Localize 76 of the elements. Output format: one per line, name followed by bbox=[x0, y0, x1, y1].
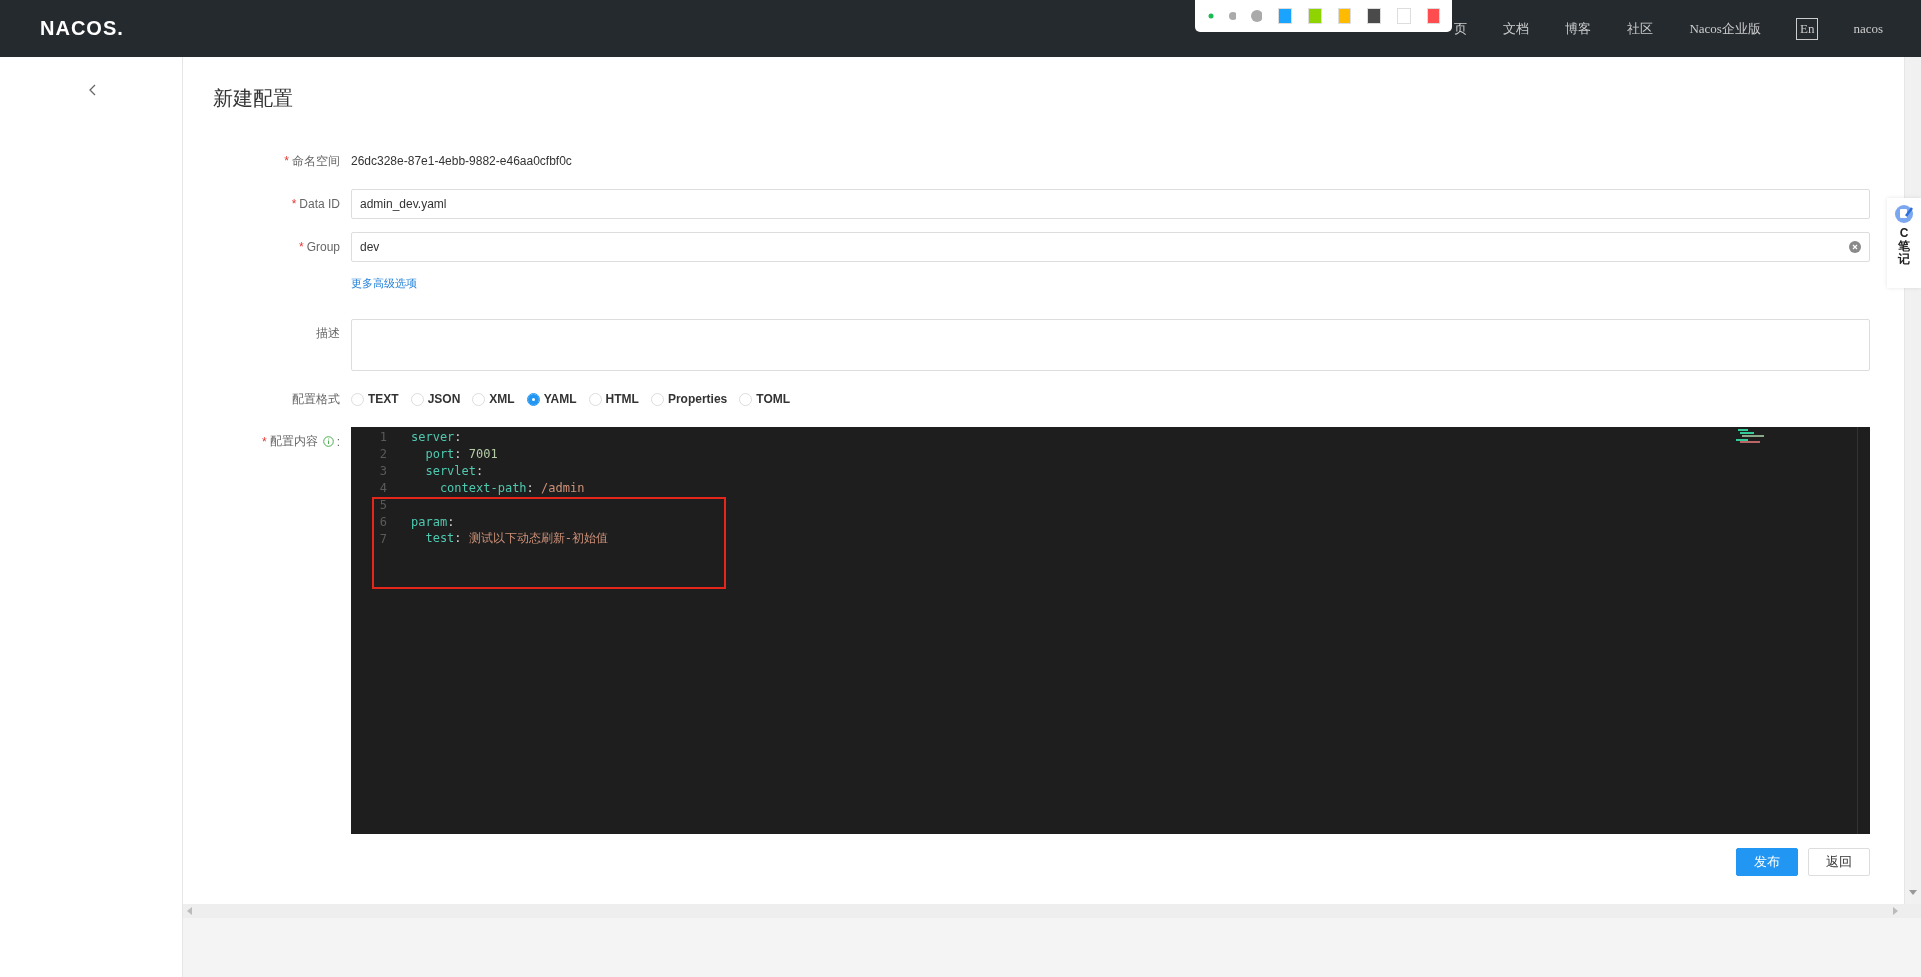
code-editor[interactable]: 1 server: 2 port: 7001 3 servlet: 4 context-path: /admin 5 6 param: 7 test: 测试以下动态刷新-初始值 bbox=[351, 427, 1870, 834]
required-mark: * bbox=[262, 434, 267, 449]
format-radio[interactable]: TEXT bbox=[351, 392, 399, 406]
horizontal-scrollbar[interactable] bbox=[183, 904, 1921, 918]
code-token: 7001 bbox=[468, 446, 498, 461]
pen-size-icon[interactable] bbox=[1250, 9, 1263, 23]
logo[interactable]: NACOS. bbox=[40, 17, 124, 40]
back-button[interactable]: 返回 bbox=[1808, 848, 1870, 876]
code-token: : bbox=[526, 480, 535, 495]
code-token: /admin bbox=[541, 480, 585, 495]
nav-link[interactable]: Nacos企业版 bbox=[1671, 19, 1779, 38]
nav-link[interactable]: 页 bbox=[1452, 19, 1486, 38]
pen-size-icon[interactable] bbox=[1228, 11, 1237, 21]
widget-letter: C bbox=[1899, 226, 1909, 240]
nav-link[interactable]: nacos bbox=[1835, 20, 1901, 37]
color-swatch[interactable] bbox=[1426, 8, 1441, 24]
code-token: 测试以下动态刷新-初始值 bbox=[468, 531, 609, 545]
format-radio[interactable]: XML bbox=[472, 392, 515, 406]
line-number: 7 bbox=[378, 531, 388, 546]
format-radio[interactable]: HTML bbox=[588, 392, 639, 406]
namespace-value: 26dc328e-87e1-4ebb-9882-e46aa0cfbf0c bbox=[351, 154, 572, 168]
scroll-left-arrow-icon[interactable] bbox=[187, 907, 193, 915]
color-swatch[interactable] bbox=[1278, 8, 1292, 24]
code-token: context-path bbox=[438, 480, 527, 495]
clear-icon[interactable] bbox=[1849, 241, 1861, 253]
chevron-left-icon[interactable] bbox=[88, 84, 98, 96]
line-number: 4 bbox=[378, 480, 388, 495]
required-mark: * bbox=[284, 154, 289, 168]
code-token: port bbox=[424, 446, 455, 461]
group-field[interactable]: dev bbox=[351, 232, 1870, 262]
line-number: 2 bbox=[378, 446, 388, 461]
widget-label: 笔记 bbox=[1898, 240, 1910, 267]
pen-size-icon[interactable] bbox=[1207, 12, 1215, 20]
page-title: 新建配置 bbox=[213, 86, 294, 111]
nav-link[interactable]: 博客 bbox=[1547, 19, 1610, 38]
code-token: servlet bbox=[424, 463, 477, 478]
code-token: : bbox=[476, 463, 484, 478]
notes-widget[interactable]: C 笔记 bbox=[1887, 198, 1921, 288]
field-label: 命名空间 bbox=[292, 152, 340, 170]
description-field[interactable] bbox=[351, 319, 1870, 371]
code-token: : bbox=[454, 446, 463, 461]
code-token: server bbox=[411, 429, 455, 444]
color-swatch[interactable] bbox=[1397, 8, 1411, 24]
field-label: Group bbox=[306, 240, 340, 254]
line-number: 3 bbox=[378, 463, 388, 478]
nav-link[interactable]: 文档 bbox=[1485, 19, 1548, 38]
color-swatch[interactable] bbox=[1367, 8, 1381, 24]
code-token: : bbox=[454, 429, 462, 444]
color-swatch[interactable] bbox=[1307, 8, 1322, 24]
field-label: 配置内容 bbox=[269, 433, 318, 450]
required-mark: * bbox=[298, 240, 304, 254]
code-token: : bbox=[447, 514, 455, 529]
color-swatch[interactable] bbox=[1337, 8, 1352, 24]
format-radio[interactable]: Properties bbox=[650, 392, 728, 406]
format-radio[interactable]: TOML bbox=[739, 392, 791, 406]
label-colon: : bbox=[336, 434, 340, 449]
help-icon[interactable] bbox=[322, 436, 334, 447]
nav-link[interactable]: 社区 bbox=[1609, 19, 1672, 38]
code-token: : bbox=[454, 531, 463, 545]
scroll-down-arrow-icon[interactable] bbox=[1909, 890, 1917, 896]
format-radio[interactable]: JSON bbox=[410, 392, 461, 406]
advanced-options-link[interactable]: 更多高级选项 bbox=[351, 275, 417, 291]
line-number: 5 bbox=[378, 497, 388, 512]
format-radio[interactable]: YAML bbox=[526, 392, 577, 406]
nav-link[interactable]: En bbox=[1795, 17, 1819, 40]
scroll-right-arrow-icon[interactable] bbox=[1893, 907, 1899, 915]
field-label: Data ID bbox=[299, 197, 340, 211]
data-id-field[interactable]: admin_dev.yaml bbox=[351, 189, 1870, 219]
code-token: test bbox=[424, 531, 455, 545]
required-mark: * bbox=[291, 197, 297, 211]
field-label: 配置格式 bbox=[292, 390, 340, 408]
code-token: param bbox=[411, 514, 448, 529]
line-number: 6 bbox=[378, 514, 388, 529]
line-number: 1 bbox=[378, 429, 388, 444]
notebook-icon bbox=[1894, 204, 1914, 224]
field-label: 描述 bbox=[316, 325, 340, 342]
